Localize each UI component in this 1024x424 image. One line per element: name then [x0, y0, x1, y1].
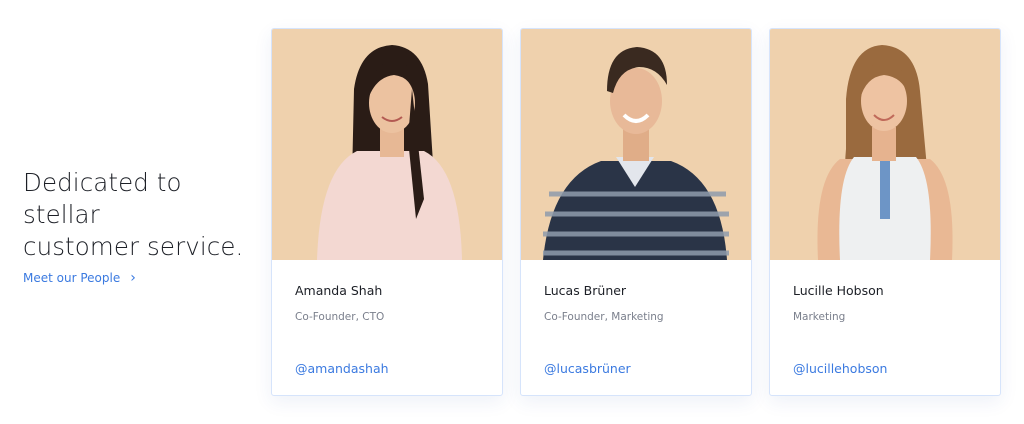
person-photo-illustration: [543, 47, 729, 260]
headline-line-2: customer service.: [23, 232, 244, 261]
person-photo: [272, 29, 502, 260]
team-section: Dedicated to stellar customer service. M…: [0, 0, 1024, 424]
team-card-lucille[interactable]: Lucille Hobson Marketing @lucillehobson: [769, 28, 1001, 396]
person-name: Lucille Hobson: [793, 283, 884, 298]
team-card-amanda[interactable]: Amanda Shah Co-Founder, CTO @amandashah: [271, 28, 503, 396]
person-handle-link[interactable]: @amandashah: [295, 361, 389, 376]
section-headline: Dedicated to stellar customer service.: [23, 167, 263, 263]
person-name: Amanda Shah: [295, 283, 383, 298]
person-handle-link[interactable]: @lucillehobson: [793, 361, 887, 376]
meet-our-people-link[interactable]: Meet our People ›: [23, 271, 136, 285]
person-handle-link[interactable]: @lucasbrüner: [544, 361, 631, 376]
person-role: Co-Founder, Marketing: [544, 311, 664, 323]
meet-our-people-label: Meet our People: [23, 271, 121, 285]
team-card-lucas[interactable]: Lucas Brüner Co-Founder, Marketing @luca…: [520, 28, 752, 396]
person-photo-illustration: [817, 45, 953, 260]
person-name: Lucas Brüner: [544, 283, 627, 298]
person-photo-illustration: [317, 45, 462, 260]
intro-block: Dedicated to stellar customer service. M…: [23, 167, 263, 286]
headline-line-1: Dedicated to stellar: [23, 168, 182, 229]
person-info: Lucas Brüner Co-Founder, Marketing: [544, 283, 735, 323]
person-role: Marketing: [793, 311, 846, 323]
person-role: Co-Founder, CTO: [295, 311, 385, 323]
person-info: Amanda Shah Co-Founder, CTO: [295, 283, 486, 323]
person-photo: [770, 29, 1000, 260]
person-photo: [521, 29, 751, 260]
chevron-right-icon: ›: [130, 270, 136, 286]
person-info: Lucille Hobson Marketing: [793, 283, 984, 323]
